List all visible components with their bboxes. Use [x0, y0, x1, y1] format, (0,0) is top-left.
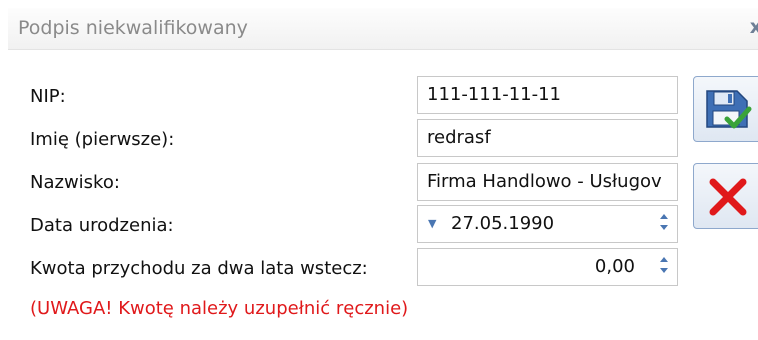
save-button[interactable]: [693, 76, 758, 142]
birth-date-field[interactable]: ▼ 27.05.1990: [417, 205, 678, 243]
last-name-field[interactable]: Firma Handlowo - Usługov: [417, 163, 678, 201]
dialog-window: Podpis niekwalifikowany x NIP: 111-111-1…: [0, 0, 758, 340]
income-field[interactable]: 0,00: [417, 248, 678, 286]
warning-text: (UWAGA! Kwotę należy uzupełnić ręcznie): [30, 298, 409, 319]
spin-up-icon[interactable]: [660, 214, 668, 219]
title-bar[interactable]: Podpis niekwalifikowany x: [8, 8, 758, 50]
spin-up-icon[interactable]: [660, 257, 668, 262]
close-icon[interactable]: x: [750, 16, 758, 38]
first-name-field[interactable]: redrasf: [417, 119, 678, 157]
birth-date-value: 27.05.1990: [451, 213, 555, 234]
spin-down-icon[interactable]: [660, 268, 668, 273]
cancel-button[interactable]: [693, 163, 758, 229]
first-name-label: Imię (pierwsze):: [30, 129, 175, 150]
chevron-down-icon[interactable]: ▼: [428, 206, 436, 242]
date-spin-icon[interactable]: [657, 211, 671, 237]
birth-date-label: Data urodzenia:: [30, 215, 174, 236]
window-title: Podpis niekwalifikowany: [18, 17, 248, 39]
nip-field[interactable]: 111-111-11-11: [417, 76, 678, 114]
last-name-label: Nazwisko:: [30, 172, 120, 193]
dialog-body: NIP: 111-111-11-11 Imię (pierwsze): redr…: [8, 50, 758, 340]
spin-down-icon[interactable]: [660, 225, 668, 230]
income-label: Kwota przychodu za dwa lata wstecz:: [30, 258, 368, 279]
nip-label: NIP:: [30, 86, 66, 107]
save-disk-icon: [706, 90, 752, 129]
cancel-x-icon: [709, 178, 747, 216]
income-spin-icon[interactable]: [657, 254, 671, 280]
income-value: 0,00: [594, 256, 635, 277]
